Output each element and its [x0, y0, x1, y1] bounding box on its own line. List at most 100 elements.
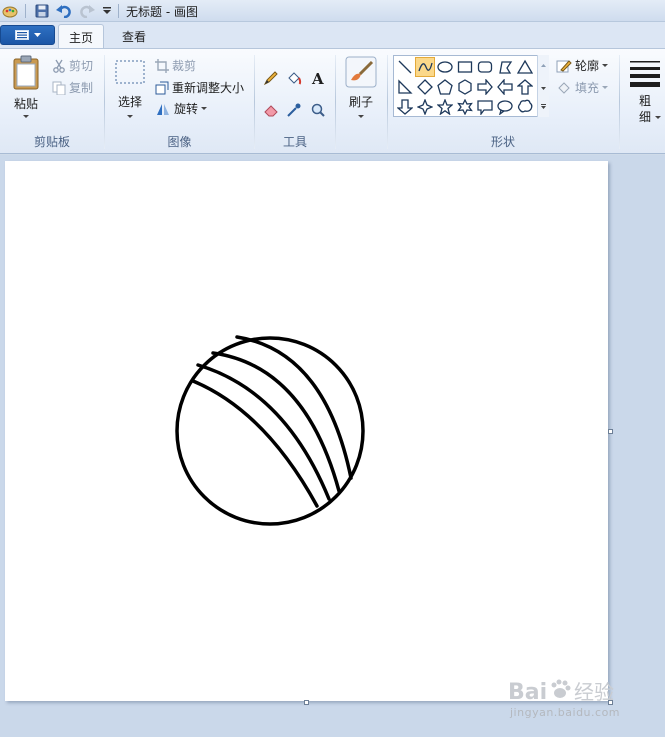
select-label: 选择	[117, 95, 142, 109]
copy-button[interactable]: 复制	[52, 79, 93, 96]
triangle-icon	[517, 59, 533, 74]
copy-label: 复制	[69, 81, 94, 95]
crop-label: 裁剪	[172, 59, 197, 73]
pentagon-shape[interactable]	[435, 77, 455, 97]
size-dropdown-arrow[interactable]	[655, 116, 661, 119]
text-a-icon: A	[311, 70, 324, 86]
shapes-group-label: 形状	[490, 135, 515, 149]
select-button[interactable]	[113, 57, 147, 87]
rounded-rectangle-icon	[477, 61, 493, 73]
resize-icon	[155, 81, 169, 94]
paint-app-icon[interactable]	[2, 3, 18, 19]
drawing-canvas[interactable]	[5, 161, 608, 701]
up-arrow-shape[interactable]	[515, 77, 535, 97]
brushes-dropdown-arrow[interactable]	[358, 115, 364, 118]
chevron-down-icon	[33, 33, 41, 37]
line-shape[interactable]	[395, 57, 415, 77]
crop-button[interactable]: 裁剪	[155, 57, 196, 74]
down-arrow-shape[interactable]	[395, 97, 415, 117]
left-arrow-icon	[497, 79, 513, 95]
tools-group-label: 工具	[282, 135, 307, 149]
redo-icon[interactable]	[79, 3, 95, 19]
drawn-ball-sketch	[175, 335, 365, 526]
ribbon: 粘贴 剪切 复制 剪贴板 选择 裁剪 重新调整大小 旋转 图像 A 工具 刷子 …	[0, 48, 665, 154]
polygon-icon	[499, 61, 513, 74]
canvas-resize-handle-bottom[interactable]	[304, 700, 309, 705]
eraser-tool[interactable]	[260, 99, 281, 120]
paste-button[interactable]	[9, 53, 43, 93]
rounded-rectangle-shape[interactable]	[475, 57, 495, 77]
rect-callout-icon	[477, 100, 493, 115]
scissors-icon	[53, 59, 65, 73]
cut-label: 剪切	[69, 59, 94, 73]
hexagon-shape[interactable]	[455, 77, 475, 97]
crop-icon	[155, 58, 169, 73]
size-button[interactable]	[627, 55, 663, 91]
curve-shape[interactable]	[415, 57, 435, 77]
four-point-star-shape[interactable]	[415, 97, 435, 117]
rotate-button[interactable]: 旋转	[155, 100, 208, 117]
svg-text:A: A	[311, 70, 324, 86]
tab-view[interactable]: 查看	[112, 24, 156, 48]
clipboard-group: 粘贴 剪切 复制 剪贴板	[0, 49, 104, 153]
line-icon	[398, 60, 412, 74]
outline-pencil-icon	[556, 59, 572, 72]
gallery-scroll-arrows-icon	[541, 64, 546, 109]
rect-callout-shape[interactable]	[475, 97, 495, 117]
eraser-icon	[263, 104, 278, 116]
fill-button[interactable]: 填充	[556, 79, 609, 96]
canvas-resize-handle-right[interactable]	[608, 429, 613, 434]
rectangle-icon	[457, 61, 473, 73]
file-menu-button[interactable]	[0, 25, 55, 45]
chevron-down-icon	[201, 106, 208, 110]
polygon-shape[interactable]	[495, 57, 515, 77]
right-triangle-shape[interactable]	[395, 77, 415, 97]
fill-bucket-icon	[558, 81, 570, 94]
color-picker-tool[interactable]	[283, 99, 304, 120]
baidu-watermark-logo: Bai 经验	[508, 679, 614, 705]
magnifier-tool[interactable]	[307, 99, 328, 120]
size-label-line1: 粗	[638, 94, 651, 108]
fill-tool[interactable]	[283, 67, 304, 88]
ball-stripe-3	[211, 351, 341, 493]
svg-text:经验: 经验	[574, 680, 614, 704]
paste-dropdown-arrow[interactable]	[23, 115, 29, 118]
drawing-content	[175, 335, 365, 526]
right-arrow-shape[interactable]	[475, 77, 495, 97]
left-arrow-shape[interactable]	[495, 77, 515, 97]
six-point-star-shape[interactable]	[455, 97, 475, 117]
six-point-star-icon	[457, 99, 473, 115]
five-point-star-icon	[437, 99, 453, 115]
tab-home[interactable]: 主页	[58, 24, 105, 49]
paste-label: 粘贴	[13, 97, 38, 111]
pencil-tool[interactable]	[260, 67, 281, 88]
five-point-star-shape[interactable]	[435, 97, 455, 117]
select-dropdown-arrow[interactable]	[127, 115, 133, 118]
rectangle-shape[interactable]	[455, 57, 475, 77]
oval-shape[interactable]	[435, 57, 455, 77]
save-icon[interactable]	[34, 3, 50, 19]
brushes-button[interactable]	[344, 55, 378, 89]
text-tool[interactable]: A	[307, 67, 328, 88]
customize-dropdown-icon[interactable]	[99, 3, 115, 19]
diamond-shape[interactable]	[415, 77, 435, 97]
undo-icon[interactable]	[56, 3, 72, 19]
cloud-callout-shape[interactable]	[515, 97, 535, 117]
shapes-gallery-scrollbar[interactable]	[537, 55, 549, 117]
paw-icon	[551, 679, 571, 698]
file-menu-icon	[14, 30, 29, 40]
rotate-label: 旋转	[174, 102, 199, 116]
toolbar-separator	[118, 4, 119, 18]
resize-button[interactable]: 重新调整大小	[155, 79, 244, 96]
cut-button[interactable]: 剪切	[52, 57, 93, 74]
clipboard-group-label: 剪贴板	[33, 135, 70, 149]
magnifier-icon	[311, 103, 325, 117]
resize-label: 重新调整大小	[172, 81, 245, 95]
oval-callout-icon	[497, 100, 513, 115]
triangle-shape[interactable]	[515, 57, 535, 77]
outline-button[interactable]: 轮廓	[556, 57, 609, 74]
image-group-label: 图像	[167, 135, 192, 149]
oval-callout-shape[interactable]	[495, 97, 515, 117]
image-group: 选择 裁剪 重新调整大小 旋转 图像	[105, 49, 254, 153]
chevron-down-icon	[602, 85, 609, 89]
